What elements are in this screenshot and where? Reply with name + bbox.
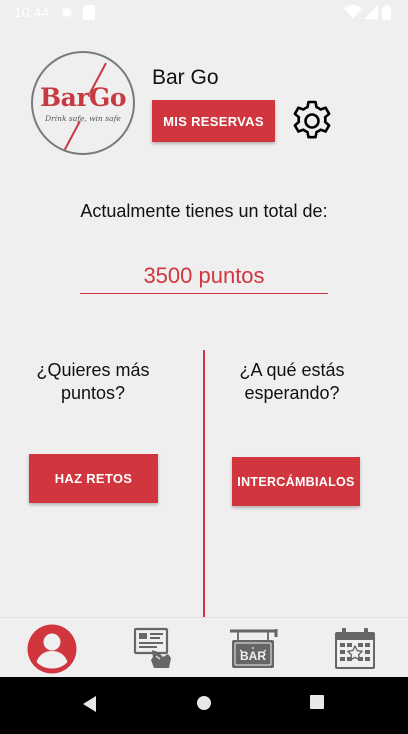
battery-icon xyxy=(382,5,391,20)
challenges-button[interactable]: HAZ RETOS xyxy=(29,454,158,503)
gear-icon[interactable] xyxy=(288,97,336,145)
home-icon[interactable] xyxy=(196,695,212,711)
nav-item-calendar[interactable] xyxy=(329,624,381,674)
exchange-button[interactable]: INTERCÁMBIALOS xyxy=(232,457,360,506)
more-points-question: ¿Quieres más puntos? xyxy=(36,360,150,403)
nav-item-challenges[interactable] xyxy=(127,624,179,674)
logo-tagline: Drink safe, win safe xyxy=(45,114,121,123)
wifi-icon xyxy=(344,5,362,19)
system-navigation-bar xyxy=(0,677,408,734)
nav-item-bars[interactable]: BAR xyxy=(228,624,280,674)
sim-icon xyxy=(83,5,95,20)
calendar-icon xyxy=(335,628,375,669)
nav-item-profile[interactable] xyxy=(26,624,78,674)
app-title: Bar Go xyxy=(152,66,219,89)
bar-sign-icon: BAR xyxy=(230,629,278,668)
profile-icon xyxy=(27,624,77,674)
gear-icon xyxy=(61,6,73,18)
signal-icon xyxy=(364,5,378,19)
my-reservations-button[interactable]: MIS RESERVAS xyxy=(152,100,275,142)
status-time: 10:44 xyxy=(14,4,50,20)
waiting-question: ¿A qué estás esperando? xyxy=(239,360,345,403)
challenges-icon xyxy=(133,627,171,668)
bargo-logo: BarGo Drink safe, win safe xyxy=(31,51,135,155)
recents-icon[interactable] xyxy=(310,695,324,709)
logo-brand: BarGo xyxy=(39,83,127,112)
status-bar: 10:44 xyxy=(0,0,408,24)
points-value: 3500 puntos xyxy=(80,263,328,294)
back-icon[interactable] xyxy=(82,695,98,713)
bottom-navigation: BAR xyxy=(0,617,408,677)
points-total-label: Actualmente tienes un total de: xyxy=(80,201,328,221)
vertical-divider xyxy=(203,350,205,617)
svg-text:BAR: BAR xyxy=(240,649,266,663)
logo-slash-bottom xyxy=(63,120,81,152)
